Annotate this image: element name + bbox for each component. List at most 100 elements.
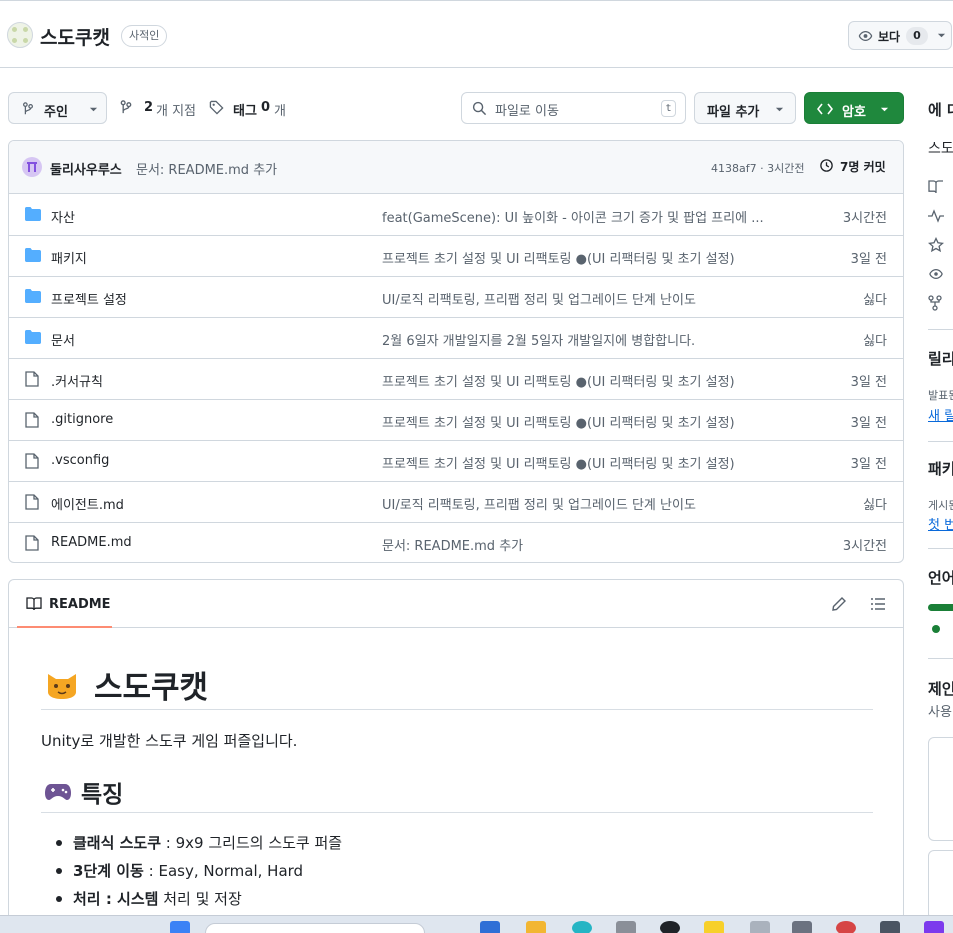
file-name[interactable]: .커서규칙 (51, 371, 103, 390)
commit-author[interactable]: 둘리사우루스 (50, 159, 122, 178)
readme-tab[interactable]: README (17, 580, 112, 628)
file-commit-message[interactable]: UI/로직 리팩토링, 프리팹 정리 및 업그레이드 단계 난이도 (382, 494, 782, 513)
pencil-icon[interactable] (831, 596, 847, 612)
visual-studio-icon[interactable] (924, 921, 944, 933)
branch-icon (23, 102, 33, 115)
publish-package-link[interactable]: 첫 번 (928, 514, 953, 533)
branch-icon (120, 100, 132, 114)
app-icon[interactable] (480, 921, 500, 933)
watch-count: 0 (906, 27, 928, 45)
feature-item: 처리 : 시스템 처리 및 저장 (56, 888, 242, 909)
chevron-down-icon (937, 33, 946, 38)
file-row[interactable]: 에이전트.md UI/로직 리팩토링, 프리팹 정리 및 업그레이드 단계 난이도… (9, 482, 903, 523)
file-commit-message[interactable]: 프로젝트 초기 설정 및 UI 리팩토링 ●(UI 리팩터링 및 초기 설정) (382, 453, 782, 472)
file-commit-message[interactable]: UI/로직 리팩토링, 프리팹 정리 및 업그레이드 단계 난이도 (382, 289, 782, 308)
chevron-down-icon (89, 107, 98, 112)
readme-panel: README 스도쿠캣 Unity로 개발한 스도쿠 게임 퍼즐입니다. 특징 … (8, 579, 904, 933)
divider (928, 441, 953, 442)
file-row[interactable]: 패키지 프로젝트 초기 설정 및 UI 리팩토링 ●(UI 리팩터링 및 초기 설… (9, 236, 903, 277)
tag-suffix: 개 (274, 104, 286, 119)
feature-desc: : 9x9 그리드의 스도쿠 퍼즐 (161, 834, 343, 852)
file-name[interactable]: 프로젝트 설정 (51, 289, 127, 308)
file-name[interactable]: 에이전트.md (51, 494, 124, 513)
features-heading-text: 특징 (81, 782, 124, 808)
code-icon (817, 103, 833, 115)
code-button[interactable]: 암호 (804, 92, 904, 124)
branch-suffix: 개 지점 (156, 104, 197, 119)
branch-select-button[interactable]: 주인 (8, 92, 107, 124)
file-commit-message[interactable]: 프로젝트 초기 설정 및 UI 리팩토링 ●(UI 리팩터링 및 초기 설정) (382, 412, 782, 431)
start-icon[interactable] (170, 921, 190, 933)
file-commit-time: 싫다 (863, 498, 887, 513)
feature-name: 클래식 스도쿠 (73, 834, 162, 852)
file-commit-time: 3일 전 (850, 375, 887, 390)
releases-empty-text: 발표된 (928, 389, 953, 402)
create-release-link[interactable]: 새 릴 (928, 405, 953, 424)
go-to-file-search[interactable]: 파일로 이동 t (461, 92, 686, 124)
file-name[interactable]: .gitignore (51, 412, 113, 427)
file-row[interactable]: 프로젝트 설정 UI/로직 리팩토링, 프리팹 정리 및 업그레이드 단계 난이도… (9, 277, 903, 318)
file-icon (25, 412, 39, 428)
app-icon[interactable] (704, 921, 724, 933)
author-avatar[interactable] (22, 157, 42, 177)
repo-name[interactable]: 스도쿠캣 (40, 23, 110, 50)
releases-heading[interactable]: 릴리 (928, 348, 953, 369)
file-name[interactable]: 자산 (51, 207, 75, 226)
file-commit-message[interactable]: 프로젝트 초기 설정 및 UI 리팩토링 ●(UI 리팩터링 및 초기 설정) (382, 371, 782, 390)
browser-icon[interactable] (572, 921, 592, 933)
app-icon[interactable] (616, 921, 636, 933)
commit-sha-time[interactable]: 4138af7 · 3시간전 (711, 160, 804, 176)
add-file-label: 파일 추가 (707, 105, 760, 120)
add-file-button[interactable]: 파일 추가 (694, 92, 796, 124)
history-icon (820, 159, 833, 172)
file-name[interactable]: 문서 (51, 330, 75, 349)
app-icon[interactable] (750, 921, 770, 933)
file-name[interactable]: 패키지 (51, 248, 87, 267)
file-row[interactable]: 문서 2월 6일자 개발일지를 2월 5일자 개발일지에 병합합니다. 싫다 (9, 318, 903, 359)
file-row[interactable]: .vsconfig 프로젝트 초기 설정 및 UI 리팩토링 ●(UI 리팩터링 … (9, 441, 903, 482)
file-row[interactable]: .gitignore 프로젝트 초기 설정 및 UI 리팩토링 ●(UI 리팩터링… (9, 400, 903, 441)
list-outline-icon[interactable] (870, 596, 886, 612)
file-row[interactable]: README.md 문서: README.md 추가 3시간전 (9, 523, 903, 562)
github-icon[interactable] (660, 921, 680, 933)
fork-icon[interactable] (928, 295, 942, 311)
file-commit-message[interactable]: feat(GameScene): UI 높이화 - 아이콘 크기 증가 및 팝업… (382, 207, 782, 226)
commit-message[interactable]: 문서: README.md 추가 (136, 159, 277, 178)
taskbar-search-box[interactable] (205, 923, 425, 933)
folder-icon[interactable] (526, 921, 546, 933)
packages-heading[interactable]: 패키 (928, 458, 953, 479)
language-dot (932, 625, 940, 633)
unity-icon[interactable] (880, 921, 900, 933)
book-icon[interactable] (928, 180, 944, 194)
tag-icon (209, 100, 224, 115)
file-commit-message[interactable]: 프로젝트 초기 설정 및 UI 리팩토링 ●(UI 리팩터링 및 초기 설정) (382, 248, 782, 267)
file-name[interactable]: README.md (51, 535, 132, 550)
file-name[interactable]: .vsconfig (51, 453, 109, 468)
cat-emoji-icon (48, 674, 76, 699)
watch-button[interactable]: 보다 0 (848, 21, 952, 50)
file-row[interactable]: 자산 feat(GameScene): UI 높이화 - 아이콘 크기 증가 및 … (9, 195, 903, 236)
game-controller-emoji-icon (45, 784, 71, 800)
app-icon[interactable] (792, 921, 812, 933)
file-icon (25, 371, 39, 387)
file-browser: 둘리사우루스 문서: README.md 추가 4138af7 · 3시간전 7… (8, 140, 904, 563)
suggestion-card[interactable] (928, 850, 953, 920)
eye-icon[interactable] (928, 267, 944, 281)
windows-taskbar (0, 915, 953, 933)
file-row[interactable]: .커서규칙 프로젝트 초기 설정 및 UI 리팩토링 ●(UI 리팩터링 및 초기… (9, 359, 903, 400)
readme-intro: Unity로 개발한 스도쿠 게임 퍼즐입니다. (41, 732, 298, 750)
readme-title: 스도쿠캣 (41, 662, 873, 710)
file-icon (25, 535, 39, 551)
readme-header: README (9, 580, 903, 628)
star-icon[interactable] (928, 237, 944, 253)
file-commit-message[interactable]: 문서: README.md 추가 (382, 535, 782, 554)
feature-item: 3단계 이동 : Easy, Normal, Hard (55, 860, 303, 881)
file-commit-message[interactable]: 2월 6일자 개발일지를 2월 5일자 개발일지에 병합합니다. (382, 330, 782, 349)
folder-icon (25, 248, 41, 262)
tag-label: 태그 (233, 104, 257, 119)
owner-avatar[interactable] (7, 22, 33, 48)
app-icon[interactable] (836, 921, 856, 933)
suggestion-card[interactable] (928, 737, 953, 841)
activity-icon[interactable] (928, 209, 944, 223)
watch-label: 보다 (878, 30, 901, 44)
